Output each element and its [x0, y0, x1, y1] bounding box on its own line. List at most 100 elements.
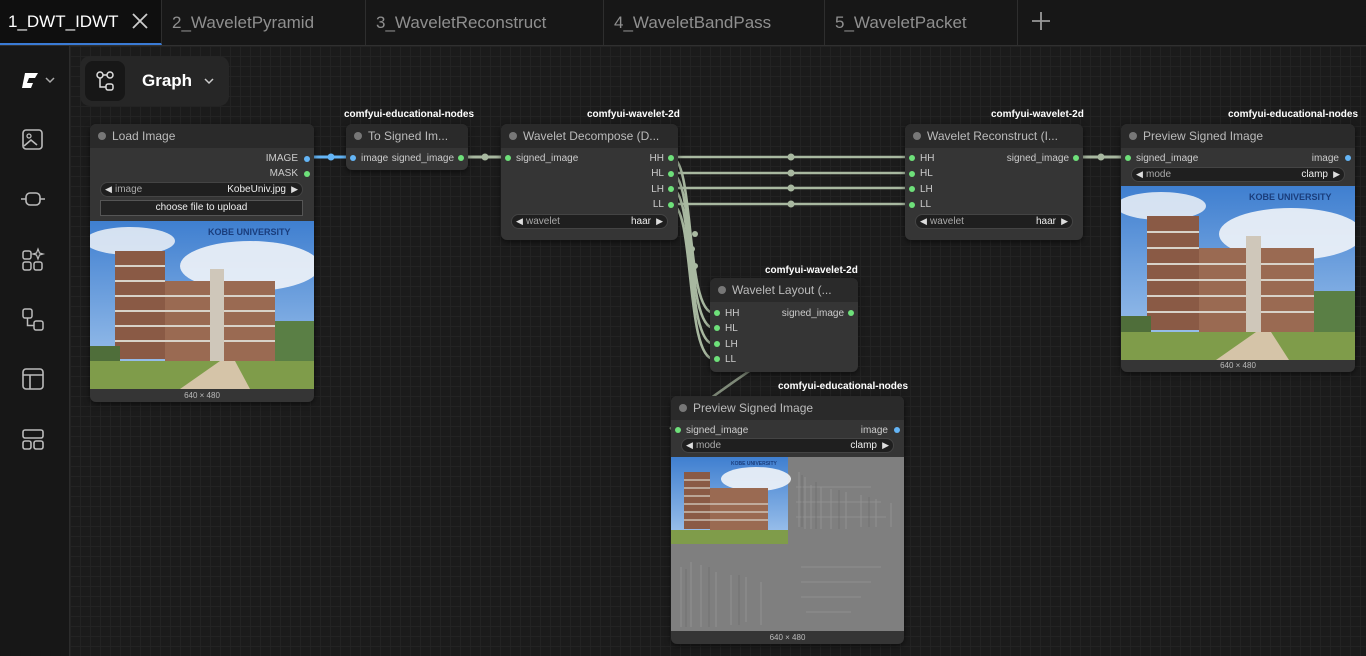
output-slot-mask[interactable]	[304, 171, 310, 177]
collapse-dot-icon[interactable]	[718, 286, 726, 294]
widget-label: mode	[696, 440, 722, 451]
node-badge: comfyui-wavelet-2d	[765, 265, 858, 276]
input-label-hl: HL	[920, 168, 933, 179]
input-slot-lh[interactable]	[909, 186, 915, 192]
output-slot-lh[interactable]	[668, 186, 674, 192]
output-label-lh: LH	[651, 184, 664, 195]
input-slot-ll[interactable]	[909, 202, 915, 208]
input-slot-hh[interactable]	[909, 155, 915, 161]
right-arrow-icon[interactable]: ▶	[1333, 169, 1340, 180]
node-title: Wavelet Decompose (D...	[523, 129, 660, 143]
output-slot-image[interactable]	[304, 156, 310, 162]
widget-label: wavelet	[526, 216, 560, 227]
output-slot-signed-image[interactable]	[1073, 155, 1079, 161]
left-arrow-icon[interactable]: ◀	[105, 184, 112, 195]
output-slot-ll[interactable]	[668, 202, 674, 208]
plus-icon[interactable]	[1030, 10, 1052, 32]
preview-signed-image-node[interactable]: Preview Signed Image signed_image image …	[1121, 124, 1355, 372]
output-label-signed-image: signed_image	[1006, 153, 1069, 164]
tab-label: 2_WaveletPyramid	[172, 12, 315, 32]
node-title-bar[interactable]: Wavelet Decompose (D...	[501, 124, 678, 148]
input-label-ll: LL	[920, 199, 932, 210]
output-slot-image[interactable]	[1345, 155, 1351, 161]
tab-3-wavelet-reconstruct[interactable]: 3_WaveletReconstruct	[366, 0, 604, 45]
right-arrow-icon[interactable]: ▶	[1061, 216, 1068, 227]
output-slot-image[interactable]	[894, 427, 900, 433]
output-slot-signed-image[interactable]	[848, 310, 854, 316]
workflows-icon[interactable]	[18, 304, 48, 334]
load-image-node[interactable]: Load Image IMAGE MASK ◀ image KobeUniv.j…	[90, 124, 314, 402]
collapse-dot-icon[interactable]	[913, 132, 921, 140]
input-label-signed-image: signed_image	[686, 425, 749, 436]
input-slot-ll[interactable]	[714, 356, 720, 362]
input-slot-signed-image[interactable]	[675, 427, 681, 433]
node-title-bar[interactable]: Preview Signed Image	[1121, 124, 1355, 148]
node-title-bar[interactable]: To Signed Im...	[346, 124, 468, 148]
input-label-hl: HL	[725, 323, 738, 334]
node-library-icon[interactable]	[18, 184, 48, 214]
input-slot-image[interactable]	[350, 155, 356, 161]
collapse-dot-icon[interactable]	[354, 132, 362, 140]
collapse-dot-icon[interactable]	[509, 132, 517, 140]
left-arrow-icon[interactable]: ◀	[920, 216, 927, 227]
tab-5-wavelet-packet[interactable]: 5_WaveletPacket	[825, 0, 1018, 45]
sidebar	[0, 46, 70, 656]
kobe-logo-text: KOBE UNIVERSITY	[731, 461, 778, 467]
mode-select-widget[interactable]: ◀ mode clamp ▶	[1131, 167, 1345, 182]
tab-1-dwt-idwt[interactable]: 1_DWT_IDWT	[0, 0, 162, 45]
node-title-bar[interactable]: Wavelet Reconstruct (I...	[905, 124, 1083, 148]
preview-signed-image-node[interactable]: Preview Signed Image signed_image image …	[671, 396, 904, 644]
image-gallery-icon[interactable]	[18, 124, 48, 154]
node-title-bar[interactable]: Preview Signed Image	[671, 396, 904, 420]
input-label-signed-image: signed_image	[516, 153, 579, 164]
collapse-dot-icon[interactable]	[98, 132, 106, 140]
node-title: To Signed Im...	[368, 129, 449, 143]
input-slot-signed-image[interactable]	[1125, 155, 1131, 161]
node-title: Wavelet Reconstruct (I...	[927, 129, 1058, 143]
right-arrow-icon[interactable]: ▶	[291, 184, 298, 195]
input-slot-hh[interactable]	[714, 310, 720, 316]
queue-icon[interactable]	[18, 424, 48, 454]
output-slot-hh[interactable]	[668, 155, 674, 161]
wavelet-reconstruct-node[interactable]: Wavelet Reconstruct (I... HH HL LH LL si…	[905, 124, 1083, 240]
right-arrow-icon[interactable]: ▶	[656, 216, 663, 227]
wavelet-layout-node[interactable]: Wavelet Layout (... HH HL LH LL signed_i…	[710, 278, 858, 372]
model-library-icon[interactable]	[18, 244, 48, 274]
left-arrow-icon[interactable]: ◀	[516, 216, 523, 227]
input-slot-signed-image[interactable]	[505, 155, 511, 161]
widget-value: haar	[1035, 216, 1056, 227]
left-arrow-icon[interactable]: ◀	[1136, 169, 1143, 180]
to-signed-image-node[interactable]: To Signed Im... image signed_image	[346, 124, 468, 170]
tab-2-wavelet-pyramid[interactable]: 2_WaveletPyramid	[162, 0, 366, 45]
output-slot-hl[interactable]	[668, 171, 674, 177]
mode-select-widget[interactable]: ◀ mode clamp ▶	[681, 438, 894, 453]
node-title-bar[interactable]: Wavelet Layout (...	[710, 278, 858, 302]
tab-label: 1_DWT_IDWT	[8, 11, 119, 31]
workflow-tab-bar: 1_DWT_IDWT 2_WaveletPyramid 3_WaveletRec…	[0, 0, 1366, 46]
input-slot-hl[interactable]	[909, 171, 915, 177]
output-slot-signed-image[interactable]	[458, 155, 464, 161]
tab-label: 5_WaveletPacket	[835, 12, 967, 32]
close-icon[interactable]	[129, 10, 151, 32]
left-arrow-icon[interactable]: ◀	[686, 440, 693, 451]
right-arrow-icon[interactable]: ▶	[882, 440, 889, 451]
node-title-bar[interactable]: Load Image	[90, 124, 314, 148]
wavelet-select-widget[interactable]: ◀ wavelet haar ▶	[915, 214, 1073, 229]
image-select-widget[interactable]: ◀ image KobeUniv.jpg ▶	[100, 182, 303, 197]
input-slot-hl[interactable]	[714, 325, 720, 331]
wavelet-select-widget[interactable]: ◀ wavelet haar ▶	[511, 214, 668, 229]
output-label-image: image	[860, 425, 888, 436]
tab-4-wavelet-bandpass[interactable]: 4_WaveletBandPass	[604, 0, 825, 45]
input-slot-lh[interactable]	[714, 341, 720, 347]
wavelet-decompose-node[interactable]: Wavelet Decompose (D... signed_image HH …	[501, 124, 678, 240]
graph-canvas[interactable]: Graph Load Image IMAGE MASK ◀ image Kobe…	[70, 46, 1366, 656]
upload-button[interactable]: choose file to upload	[100, 200, 303, 216]
collapse-dot-icon[interactable]	[1129, 132, 1137, 140]
input-label-image: image	[361, 153, 389, 164]
templates-icon[interactable]	[18, 364, 48, 394]
comfy-menu-button[interactable]	[18, 66, 58, 96]
output-label-ll: LL	[652, 199, 664, 210]
collapse-dot-icon[interactable]	[679, 404, 687, 412]
tab-label: 4_WaveletBandPass	[614, 12, 772, 32]
widget-label: wavelet	[930, 216, 964, 227]
